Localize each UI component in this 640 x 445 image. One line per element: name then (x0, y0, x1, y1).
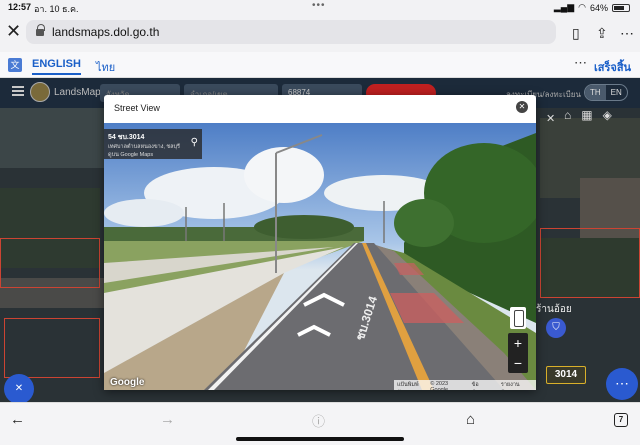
status-date: อา. 10 ธ.ค. (34, 4, 79, 14)
close-icon[interactable]: ✕ (6, 21, 21, 42)
translate-done-button[interactable]: เสร็จสิ้น (594, 58, 631, 76)
zoom-controls: + − (508, 333, 528, 373)
road-sign: 3014 (546, 366, 586, 384)
share-icon[interactable]: ⇪ (596, 25, 608, 42)
modal-title: Street View (114, 103, 160, 113)
shop-pin-icon[interactable]: ⛉ (546, 318, 566, 338)
multitask-dots-icon[interactable]: ••• (312, 0, 326, 11)
grid-icon[interactable]: ▦ (581, 108, 592, 122)
lang-en-button[interactable]: EN (606, 85, 627, 100)
translate-icon: 文 (8, 58, 22, 72)
back-arrow-icon[interactable]: ← (10, 411, 25, 428)
street-view-info-card: 54 ชบ.3014 เทศบาลตำบลหนองขาง, ชลบุรี ดูบ… (104, 129, 202, 159)
street-view-address: 54 ชบ.3014 (108, 134, 145, 141)
land-parcel[interactable] (540, 228, 640, 298)
app-name: LandsMaps (54, 87, 106, 98)
street-view-panorama[interactable]: ชบ.3014 54 ชบ.3014 เทศบาลตำบลหนองขาง, ชล… (104, 123, 536, 390)
language-toggle[interactable]: TH EN (584, 84, 628, 101)
layers-icon[interactable]: ◈ (603, 108, 612, 122)
lang-th-button[interactable]: TH (585, 85, 606, 100)
tabs-button[interactable]: 7 (614, 413, 628, 427)
address-bar[interactable]: landsmaps.dol.go.th (26, 20, 556, 44)
street-view-modal: Street View ✕ ชบ.3014 54 ชบ.3014 เทศบาลต… (104, 95, 536, 390)
wifi-icon: ◠ (578, 2, 586, 12)
zoom-in-button[interactable]: + (508, 333, 528, 353)
home-icon[interactable]: ⌂ (564, 108, 571, 122)
terms-link[interactable]: ข้อกำหนด (472, 381, 495, 390)
keyboard-shortcuts-link[interactable]: แป้นพิมพ์ลัด (397, 381, 424, 390)
street-view-scene (104, 133, 536, 390)
copyright-text: © 2023 Google (430, 381, 449, 390)
forward-arrow-icon[interactable]: → (160, 411, 175, 428)
translate-bar: 文 ENGLISH ไทย ⋯ เสร็จสิ้น (0, 52, 640, 78)
battery-percent: 64% (589, 2, 608, 13)
more-icon[interactable]: ⋯ (620, 25, 634, 42)
home-icon[interactable]: ⌂ (466, 411, 475, 428)
map-pin-icon[interactable]: ⚲ (191, 137, 198, 148)
street-view-footer: แป้นพิมพ์ลัด © 2023 Google ข้อกำหนด รายง… (394, 380, 536, 390)
info-icon[interactable]: ⓘ (312, 411, 325, 430)
tab-english[interactable]: ENGLISH (32, 58, 81, 75)
battery-icon (612, 3, 630, 12)
status-right: ▂▄▆ ◠ 64% (554, 2, 630, 13)
street-view-location: เทศบาลตำบลหนองขาง, ชลบุรี (108, 144, 180, 150)
home-indicator (236, 437, 404, 441)
shop-label: ร้านอ้อย (536, 304, 572, 315)
device-orientation-icon[interactable] (510, 307, 526, 329)
tab-thai[interactable]: ไทย (96, 58, 115, 76)
more-options-button[interactable]: ⋯ (606, 368, 638, 400)
menu-icon[interactable] (12, 86, 24, 96)
lock-icon (36, 23, 45, 37)
browser-toolbar: ✕ landsmaps.dol.go.th ▯ ⇪ ⋯ (0, 18, 640, 46)
status-time: 12:57 (8, 2, 32, 12)
app-logo (30, 82, 50, 102)
signal-icon: ▂▄▆ (553, 2, 575, 12)
url-text: landsmaps.dol.go.th (52, 25, 160, 39)
land-parcel[interactable] (4, 318, 100, 378)
view-on-google-maps-link[interactable]: ดูบน Google Maps (108, 151, 198, 159)
zoom-out-button[interactable]: − (508, 353, 528, 373)
google-logo: Google (110, 377, 145, 388)
land-parcel[interactable] (0, 238, 100, 288)
street-view-pegman-icon[interactable]: ✕ (4, 374, 34, 402)
bookmark-icon[interactable]: ▯ (572, 25, 580, 42)
map-close-icon[interactable]: ✕ (546, 112, 555, 125)
translate-more-icon[interactable]: ⋯ (574, 55, 587, 71)
modal-close-button[interactable]: ✕ (516, 101, 528, 113)
status-bar: 12:57 อา. 10 ธ.ค. ••• ▂▄▆ ◠ 64% (0, 0, 640, 14)
map-tile (0, 108, 110, 168)
map-toolbar: ⌂ ▦ ◈ (564, 108, 612, 122)
report-problem-link[interactable]: รายงานปัญหา (501, 381, 533, 390)
